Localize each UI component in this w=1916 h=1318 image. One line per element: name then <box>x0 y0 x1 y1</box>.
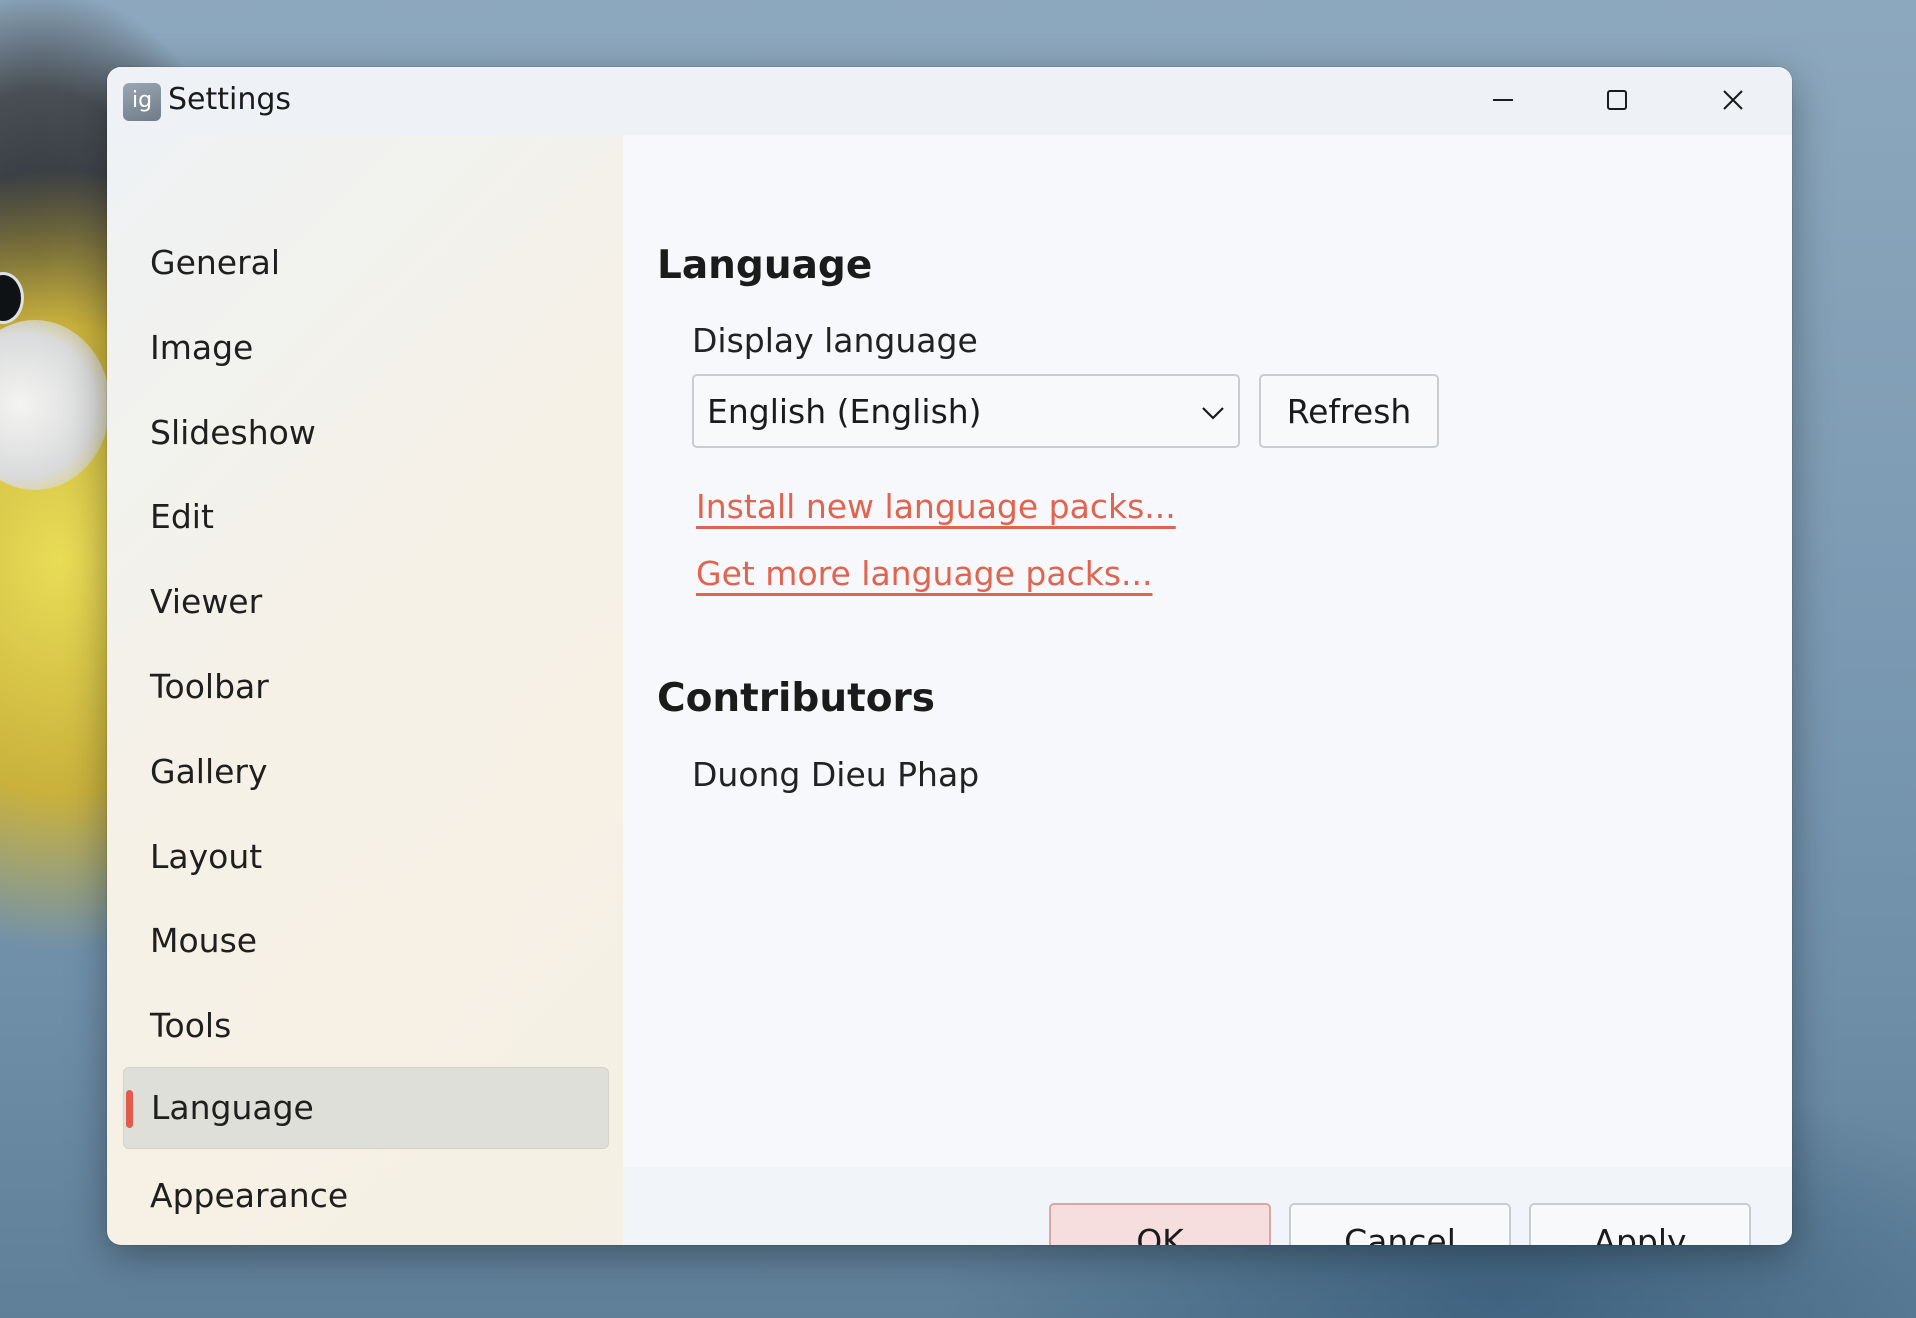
close-button[interactable] <box>1683 75 1783 125</box>
display-language-label: Display language <box>692 321 978 360</box>
sidebar-item-toolbar[interactable]: Toolbar <box>123 647 607 727</box>
sidebar-item-edit[interactable]: Edit <box>123 477 607 557</box>
sidebar-item-viewer[interactable]: Viewer <box>123 562 607 642</box>
sidebar-item-label: Layout <box>150 837 263 876</box>
chevron-down-icon <box>1202 407 1224 420</box>
apply-button[interactable]: Apply <box>1529 1203 1751 1245</box>
sidebar-item-language[interactable]: Language <box>123 1067 609 1149</box>
maximize-button[interactable] <box>1567 75 1667 125</box>
sidebar-item-label: Slideshow <box>150 413 316 452</box>
sidebar-item-general[interactable]: General <box>123 223 607 303</box>
active-indicator <box>126 1090 133 1128</box>
refresh-button[interactable]: Refresh <box>1259 374 1439 448</box>
settings-window: ig Settings General Image Slideshow Edit… <box>107 67 1792 1245</box>
minimize-button[interactable] <box>1453 75 1553 125</box>
sidebar-item-tools[interactable]: Tools <box>123 986 607 1066</box>
settings-sidebar: General Image Slideshow Edit Viewer Tool… <box>107 135 623 1245</box>
contributor-name: Duong Dieu Phap <box>692 755 980 794</box>
sidebar-item-label: Tools <box>150 1006 232 1045</box>
display-language-dropdown[interactable]: English (English) <box>692 374 1240 448</box>
sidebar-item-image[interactable]: Image <box>123 308 607 388</box>
cancel-button[interactable]: Cancel <box>1289 1203 1511 1245</box>
wallpaper-bird-cheek <box>0 320 110 490</box>
wallpaper-bird-eye <box>0 272 24 324</box>
minimize-icon <box>1493 99 1513 101</box>
ok-button[interactable]: OK <box>1049 1203 1271 1245</box>
app-icon: ig <box>123 83 161 121</box>
settings-content: Language Display language English (Engli… <box>623 135 1792 1167</box>
sidebar-item-label: Image <box>150 328 254 367</box>
sidebar-item-label: Language <box>151 1088 314 1127</box>
sidebar-item-appearance[interactable]: Appearance <box>123 1156 607 1236</box>
sidebar-item-slideshow[interactable]: Slideshow <box>123 393 607 473</box>
sidebar-item-label: Toolbar <box>150 667 269 706</box>
title-bar[interactable]: ig Settings <box>107 67 1792 135</box>
sidebar-item-label: Mouse <box>150 921 258 960</box>
maximize-icon <box>1607 90 1627 110</box>
contributors-heading: Contributors <box>657 676 935 721</box>
sidebar-item-gallery[interactable]: Gallery <box>123 732 607 812</box>
close-icon <box>1723 90 1743 110</box>
sidebar-item-label: Gallery <box>150 752 268 791</box>
sidebar-item-label: Viewer <box>150 582 263 621</box>
get-more-language-packs-link[interactable]: Get more language packs... <box>696 554 1153 593</box>
selected-language: English (English) <box>707 392 982 431</box>
language-heading: Language <box>657 243 873 288</box>
window-title: Settings <box>168 82 292 117</box>
install-language-packs-link[interactable]: Install new language packs... <box>696 487 1176 526</box>
sidebar-item-mouse[interactable]: Mouse <box>123 901 607 981</box>
sidebar-item-layout[interactable]: Layout <box>123 817 607 897</box>
sidebar-item-label: General <box>150 243 281 282</box>
sidebar-item-label: Appearance <box>150 1176 349 1215</box>
sidebar-item-label: Edit <box>150 497 214 536</box>
